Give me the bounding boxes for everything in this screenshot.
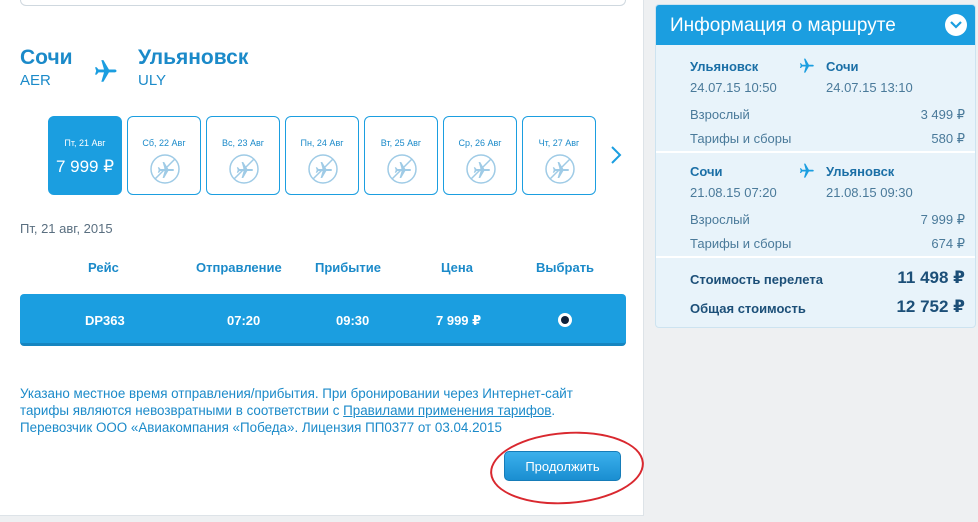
date-card[interactable]: Сб, 22 Авг — [127, 116, 201, 195]
chevron-right-icon[interactable] — [608, 144, 624, 166]
flight-cost-label: Стоимость перелета — [690, 272, 823, 287]
no-flight-icon — [150, 154, 180, 184]
arrival-time: 09:30 — [336, 313, 370, 328]
return-from: Сочи — [690, 164, 723, 179]
notice-line-2-end: . — [551, 403, 556, 418]
date-label: Чт, 27 Авг — [538, 138, 580, 148]
date-label: Ср, 26 Авг — [458, 138, 502, 148]
notice-line-1: Указано местное время отправления/прибыт… — [20, 386, 573, 401]
total-cost-label: Общая стоимость — [690, 301, 806, 316]
annotation-circle — [487, 426, 647, 510]
return-arrival: 21.08.15 09:30 — [826, 185, 913, 200]
return-adult-price: 7 999 ₽ — [920, 212, 965, 227]
no-flight-icon — [466, 154, 496, 184]
flight-selection-panel: Сочи AER Ульяновск ULY Пт, 21 Авг 7 999 ₽… — [0, 0, 647, 516]
page: Сочи AER Ульяновск ULY Пт, 21 Авг 7 999 ₽… — [0, 0, 978, 522]
destination-city: Ульяновск — [138, 46, 249, 69]
collapse-toggle[interactable] — [945, 14, 967, 36]
route-info-title: Информация о маршруте — [670, 15, 896, 36]
date-label: Пн, 24 Авг — [300, 138, 344, 148]
date-card[interactable]: Пт, 21 Авг 7 999 ₽ — [48, 116, 122, 195]
select-flight-radio[interactable] — [558, 313, 572, 327]
date-card[interactable]: Вт, 25 Авг — [364, 116, 438, 195]
outbound-to: Сочи — [826, 59, 859, 74]
destination-code: ULY — [138, 72, 167, 89]
fare-rules-link[interactable]: Правилами применения тарифов — [343, 403, 551, 418]
date-card[interactable]: Чт, 27 Авг — [522, 116, 596, 195]
origin: Сочи AER — [20, 46, 73, 89]
return-fees-label: Тарифы и сборы — [690, 236, 792, 251]
date-card[interactable]: Вс, 23 Авг — [206, 116, 280, 195]
outbound-arrival: 24.07.15 13:10 — [826, 80, 913, 95]
origin-code: AER — [20, 72, 51, 89]
no-flight-icon — [308, 154, 338, 184]
date-label: Сб, 22 Авг — [142, 138, 186, 148]
no-flight-icon — [229, 154, 259, 184]
date-label: Вт, 25 Авг — [380, 138, 422, 148]
return-adult-label: Взрослый — [690, 212, 750, 227]
flight-row[interactable]: DP363 07:20 09:30 7 999 ₽ — [20, 294, 626, 346]
col-header-price: Цена — [441, 260, 473, 275]
divider — [656, 256, 975, 258]
notice-line-2: тарифы являются невозвратными в соответс… — [20, 402, 620, 419]
no-flight-icon — [387, 154, 417, 184]
date-card[interactable]: Ср, 26 Авг — [443, 116, 517, 195]
notice-line-3: Перевозчик ООО «Авиакомпания «Победа». Л… — [20, 420, 502, 435]
total-cost-value: 12 752 ₽ — [896, 297, 965, 316]
outbound-adult-label: Взрослый — [690, 107, 750, 122]
selected-date: Пт, 21 авг, 2015 — [20, 221, 113, 236]
return-to: Ульяновск — [826, 164, 895, 179]
col-header-select: Выбрать — [536, 260, 595, 275]
flight-cost-value: 11 498 ₽ — [897, 268, 965, 287]
flight-number: DP363 — [85, 313, 125, 328]
plane-icon — [799, 58, 814, 73]
route-info-header: Информация о маршруте — [656, 5, 975, 45]
fare-notice: Указано местное время отправления/прибыт… — [20, 385, 620, 436]
destination: Ульяновск ULY — [138, 46, 248, 89]
outbound-from: Ульяновск — [690, 59, 759, 74]
divider — [656, 151, 975, 153]
previous-section-edge — [20, 0, 626, 6]
outbound-departure: 24.07.15 10:50 — [690, 80, 777, 95]
radio-selected-dot — [561, 316, 569, 324]
plane-icon — [95, 60, 117, 82]
col-header-departure: Отправление — [196, 260, 282, 275]
notice-line-2-text: тарифы являются невозвратными в соответс… — [20, 403, 344, 418]
outbound-fees-label: Тарифы и сборы — [690, 131, 792, 146]
chevron-down-icon — [950, 21, 962, 29]
return-departure: 21.08.15 07:20 — [690, 185, 777, 200]
outbound-adult-price: 3 499 ₽ — [920, 107, 965, 122]
col-header-arrival: Прибытие — [315, 260, 381, 275]
return-fees-price: 674 ₽ — [931, 236, 965, 251]
plane-icon — [799, 163, 814, 178]
date-card[interactable]: Пн, 24 Авг — [285, 116, 359, 195]
departure-time: 07:20 — [227, 313, 261, 328]
date-label: Пт, 21 Авг — [64, 138, 106, 148]
date-label: Вс, 23 Авг — [221, 138, 265, 148]
no-flight-icon — [545, 154, 575, 184]
route-info-panel: Информация о маршруте Ульяновск Сочи 24.… — [655, 4, 976, 328]
outbound-fees-price: 580 ₽ — [931, 131, 965, 146]
date-price: 7 999 ₽ — [55, 157, 115, 176]
flight-price: 7 999 ₽ — [436, 313, 482, 328]
origin-city: Сочи — [20, 46, 73, 69]
col-header-flight: Рейс — [88, 260, 119, 275]
